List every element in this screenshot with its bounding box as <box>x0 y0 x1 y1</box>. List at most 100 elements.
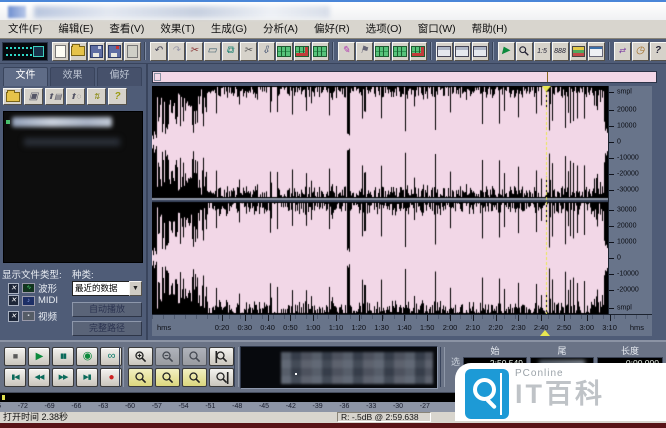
trim-button[interactable]: ✂ <box>240 42 257 61</box>
fullpath-button[interactable]: 完整路径 <box>72 321 142 336</box>
mix-paste-button[interactable] <box>276 42 293 61</box>
play-button[interactable]: ▶ <box>28 347 50 366</box>
time-tick <box>587 315 588 321</box>
play-list-button[interactable]: ▶ <box>498 42 515 61</box>
time-display-redacted <box>281 352 433 384</box>
organizer-help-button[interactable]: ? <box>108 88 127 105</box>
undo-button[interactable]: ↶ <box>150 42 167 61</box>
menu-item-10[interactable]: 帮助(H) <box>464 21 516 38</box>
new-file-button[interactable] <box>52 42 69 61</box>
find-button[interactable] <box>516 42 533 61</box>
filetype-label: 波形 <box>38 281 57 295</box>
menu-item-8[interactable]: 选项(O) <box>358 21 410 38</box>
filetype-waveform-checkbox[interactable]: ✕ ∿ 波形 <box>8 281 57 295</box>
select-region-button[interactable]: ▭ <box>204 42 221 61</box>
convert-sample-type-button[interactable] <box>294 42 311 61</box>
panel-grip[interactable] <box>440 347 445 387</box>
file-list[interactable] <box>3 111 143 263</box>
copy-button[interactable]: ⧉ <box>222 42 239 61</box>
organizer-tab-文件[interactable]: 文件 <box>3 67 48 86</box>
menu-item-7[interactable]: 偏好(R) <box>306 21 358 38</box>
zoom-out-button[interactable] <box>155 347 180 366</box>
menu-item-4[interactable]: 效果(T) <box>152 21 202 38</box>
redo-button[interactable]: ↷ <box>168 42 185 61</box>
waveform-panel: smpl20000100000-10000-20000-300003000020… <box>148 64 666 340</box>
zoom-selection-button[interactable] <box>128 368 153 387</box>
save-file-button[interactable] <box>88 42 105 61</box>
multitrack-view-1-button[interactable] <box>374 42 391 61</box>
multitrack-view-3-button[interactable] <box>410 42 427 61</box>
amplitude-ruler[interactable]: smpl20000100000-10000-20000-300003000020… <box>608 86 652 314</box>
menu-item-9[interactable]: 窗口(W) <box>410 21 464 38</box>
refresh-button[interactable]: ⇅ <box>87 88 106 105</box>
open-folder-button[interactable] <box>3 88 22 105</box>
file-item-redacted[interactable] <box>12 117 112 127</box>
window-spectral-button[interactable] <box>454 42 471 61</box>
cut-button[interactable]: ✂ <box>186 42 203 61</box>
file-item-shadow <box>24 138 120 146</box>
menu-item-2[interactable]: 编辑(E) <box>50 21 101 38</box>
help-button[interactable]: ? <box>650 42 666 61</box>
time-tick <box>496 315 497 321</box>
amp-scale-tick <box>609 92 614 93</box>
panel-grip[interactable] <box>234 347 239 387</box>
time-unit-right: hms <box>630 323 644 332</box>
zoom-in-button[interactable] <box>128 347 153 366</box>
play-looped-button[interactable]: ◉ <box>76 347 98 366</box>
filetype-video-checkbox[interactable]: ✕ ▪ 视频 <box>8 309 57 323</box>
zoom-left-edge-button[interactable] <box>209 347 234 366</box>
menu-item-3[interactable]: 查看(V) <box>101 21 152 38</box>
loop-icon: ∞ <box>108 351 115 362</box>
block-list-button[interactable]: 888 <box>552 42 569 61</box>
amp-scale-label: smpl <box>617 89 632 96</box>
track-colors-button[interactable] <box>570 42 587 61</box>
amp-scale-tick <box>609 290 614 291</box>
window-cd-button[interactable] <box>472 42 489 61</box>
sort-dropdown[interactable]: 最近的数据 <box>72 281 132 296</box>
amp-scale-tick <box>609 142 614 143</box>
waveform-type-icon: ∿ <box>22 283 35 293</box>
go-to-end-button[interactable]: ▶▮ <box>76 368 98 387</box>
zoom-full-button[interactable] <box>182 347 207 366</box>
window-waveform-button[interactable] <box>436 42 453 61</box>
waveform-display[interactable] <box>152 86 608 314</box>
go-to-start-button[interactable]: ▮◀ <box>4 368 26 387</box>
session-clock-button[interactable]: ◷ <box>632 42 649 61</box>
autoplay-button[interactable]: 自动播放 <box>72 302 142 317</box>
db-scale-label: -39 <box>306 403 330 410</box>
marker-flag-button[interactable]: ⚑ <box>356 42 373 61</box>
scripts-button[interactable]: ⇄ <box>614 42 631 61</box>
save-as-button[interactable] <box>106 42 123 61</box>
edit-pen-button[interactable]: ✎ <box>338 42 355 61</box>
overview-scrollbar[interactable] <box>152 71 657 83</box>
time-ruler[interactable]: hms hms 0:200:300:400:501:001:101:201:30… <box>152 314 652 336</box>
menu-item-1[interactable]: 文件(F) <box>0 21 50 38</box>
sort-dropdown-arrow-icon[interactable]: ▼ <box>129 281 142 296</box>
close-file-button[interactable] <box>124 42 141 61</box>
organizer-tab-偏好[interactable]: 偏好 <box>97 67 142 86</box>
panel-grip[interactable] <box>119 347 124 387</box>
fast-forward-button[interactable]: ▶▶ <box>52 368 74 387</box>
group-blocks-button[interactable] <box>312 42 329 61</box>
waveform-view-toggle[interactable] <box>2 42 48 61</box>
time-tick <box>222 315 223 321</box>
zoom-selection-left-button[interactable] <box>155 368 180 387</box>
pause-button[interactable]: ▮▮ <box>52 347 74 366</box>
zoom-right-edge-button[interactable] <box>209 368 234 387</box>
multitrack-view-2-button[interactable] <box>392 42 409 61</box>
close-file-button[interactable]: ▣ <box>24 88 43 105</box>
watermark-brand: PConline <box>515 368 605 379</box>
organizer-tab-效果[interactable]: 效果 <box>50 67 95 86</box>
insert-to-cd-button[interactable]: ⬆◌ <box>66 88 85 105</box>
sample-format-button[interactable]: 1:5 <box>534 42 551 61</box>
zoom-selection-right-button[interactable] <box>182 368 207 387</box>
open-file-button[interactable] <box>70 42 87 61</box>
filetype-midi-checkbox[interactable]: ✕ ♪ MIDI <box>8 295 58 306</box>
menu-item-5[interactable]: 生成(G) <box>203 21 255 38</box>
stop-button[interactable]: ■ <box>4 347 26 366</box>
menu-item-6[interactable]: 分析(A) <box>255 21 306 38</box>
line-view-button[interactable] <box>588 42 605 61</box>
insert-to-multitrack-button[interactable]: ⬆▤ <box>45 88 64 105</box>
rewind-button[interactable]: ◀◀ <box>28 368 50 387</box>
paste-button[interactable]: ⇩ <box>258 42 275 61</box>
